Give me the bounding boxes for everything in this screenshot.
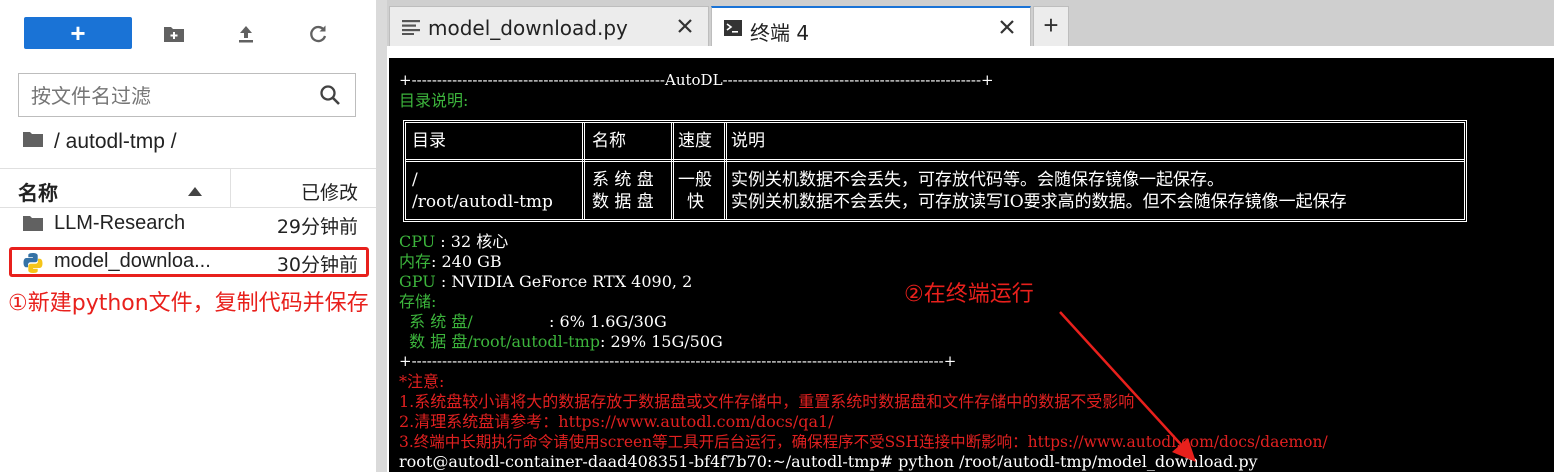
column-modified-header[interactable]: 已修改 [301,178,358,205]
folder-icon[interactable] [22,130,44,154]
table-header-speed: 速度 [678,131,712,151]
terminal-divider: +---------------------------------------… [399,352,957,370]
dir-info-title: 目录说明: [399,91,469,110]
annotation-step1: ①新建python文件，复制代码并保存 [8,291,369,316]
upload-icon[interactable] [232,20,260,48]
add-tab-button[interactable]: + [1033,6,1069,46]
file-filter-input[interactable] [29,84,313,108]
close-icon[interactable] [676,17,694,40]
column-name-header[interactable]: 名称 [18,177,58,206]
table-cell-name1: 系 统 盘 [592,170,654,190]
breadcrumb-path[interactable]: / autodl-tmp / [54,130,177,154]
directory-table: 目录 名称 速度 说明 / /root/autodl-tmp 系 统 盘 数 据… [403,120,1467,222]
tab-label: 终端 4 [750,21,810,45]
tab-label: model_download.py [428,16,628,40]
refresh-icon[interactable] [304,20,332,48]
table-divider [582,123,585,219]
table-header-name: 名称 [592,131,626,151]
gpu-line: GPU : NVIDIA GeForce RTX 4090, 2 [399,272,693,291]
table-cell-dir1: / [412,170,418,190]
annotation-arrow [1059,311,1196,462]
data-disk-line: 数 据 盘/root/autodl-tmp: 29% 15G/50G [399,332,723,351]
tab-model-download[interactable]: model_download.py [389,6,709,46]
file-browser-panel: + / autodl-tmp / 名称 已修改 LLM-Research 29分… [0,0,376,472]
tab-bar: model_download.py 终端 4 + [387,0,1554,46]
table-divider [406,159,1464,162]
notice-title: *注意: [399,372,445,391]
table-cell-speed1: 一般 [678,170,712,190]
table-cell-name2: 数 据 盘 [592,192,654,212]
cpu-line: CPU : 32 核心 [399,232,509,251]
file-row-llm-research[interactable]: LLM-Research 29分钟前 [0,206,376,242]
memory-line: 内存: 240 GB [399,252,502,271]
table-cell-speed2: 快 [687,192,704,212]
text-file-icon [402,19,420,40]
notice-line-1: 1.系统盘较小请将大的数据存放于数据盘或文件存储中，重置系统时数据盘和文件存储中… [399,392,1135,411]
breadcrumb: / autodl-tmp / [22,130,177,154]
new-folder-icon[interactable] [160,20,188,48]
table-cell-dir2: /root/autodl-tmp [412,192,553,212]
system-disk-line: 系 统 盘/ : 6% 1.6G/30G [399,312,667,331]
table-header-desc: 说明 [731,131,765,151]
table-divider [724,123,727,219]
table-cell-desc1: 实例关机数据不会丢失，可存放代码等。会随保存镜像一起保存。 [731,170,1224,190]
notice-line-2: 2.清理系统盘请参考：https://www.autodl.com/docs/q… [399,412,834,431]
table-header-dir: 目录 [412,131,446,151]
table-cell-desc2: 实例关机数据不会丢失，可存放读写IO要求高的数据。但不会随保存镜像一起保存 [731,192,1347,212]
terminal-output[interactable]: +---------------------------------------… [389,58,1554,472]
terminal-banner: +---------------------------------------… [399,71,994,89]
new-launcher-button[interactable]: + [24,17,132,49]
highlight-box [9,247,369,277]
file-filter-search[interactable] [18,73,356,117]
folder-icon [22,214,44,237]
sort-ascending-icon[interactable] [188,183,202,201]
storage-title: 存储: [399,292,437,311]
tab-terminal-4[interactable]: 终端 4 [711,6,1031,46]
file-name: LLM-Research [54,212,186,234]
file-list-header: 名称 已修改 [0,168,376,208]
column-divider [230,169,231,207]
panel-divider [376,0,387,472]
terminal-icon [724,20,742,41]
table-divider [671,123,674,219]
annotation-step2: ②在终端运行 [904,282,1034,307]
file-modified-time: 29分钟前 [276,216,358,238]
close-icon[interactable] [998,18,1016,41]
search-icon[interactable] [319,84,341,111]
